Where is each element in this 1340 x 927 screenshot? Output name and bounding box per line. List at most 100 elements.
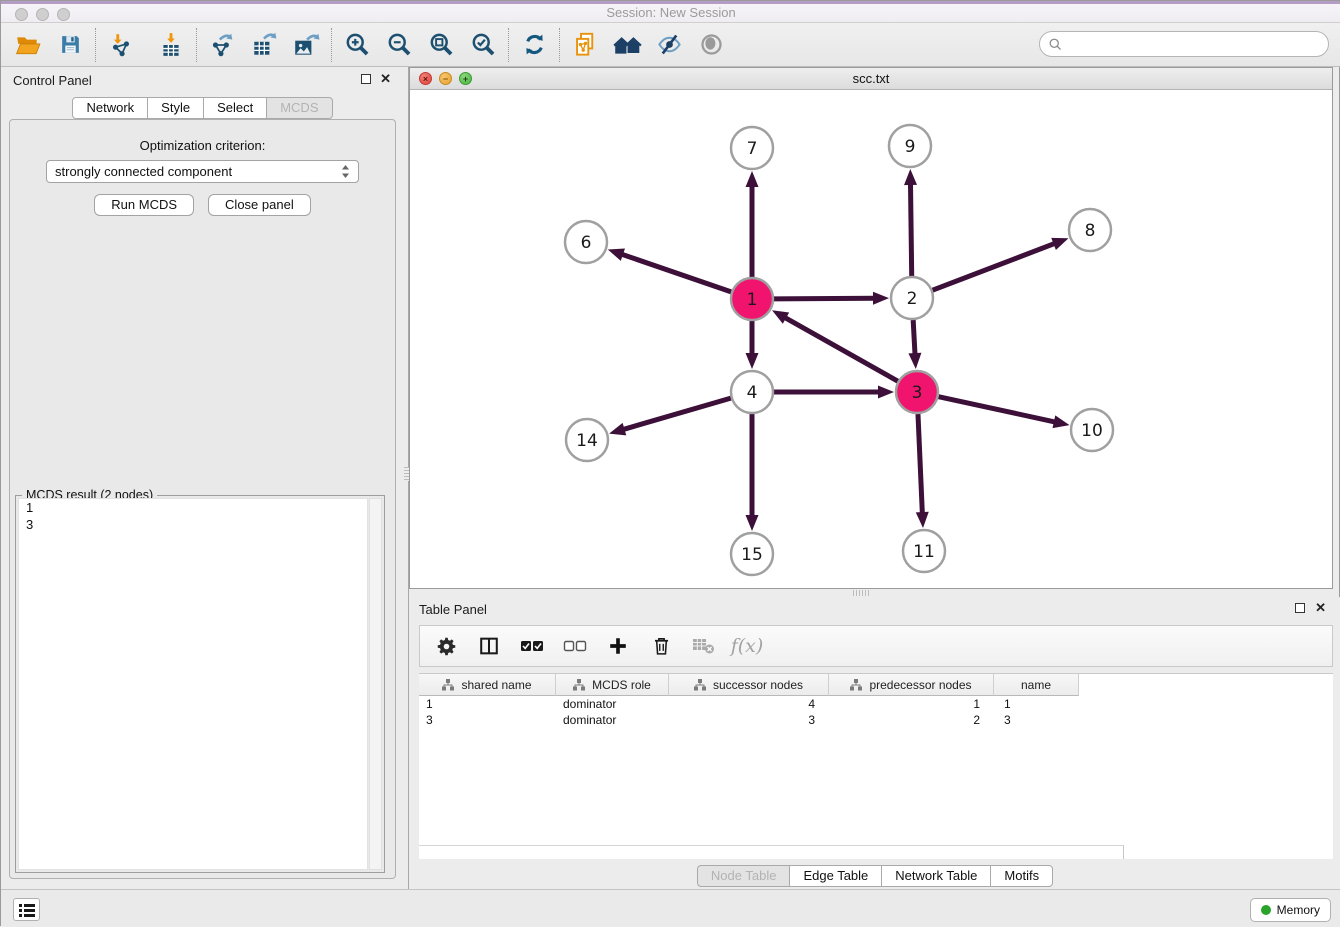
delete-column-button[interactable] [649,634,673,658]
tab-style[interactable]: Style [147,97,204,119]
zoom-out-icon [386,31,413,58]
export-image-icon [292,32,320,58]
export-network-button[interactable] [205,28,239,62]
select-all-button[interactable] [520,634,544,658]
graph-node-label: 4 [747,383,758,403]
zoom-fit-button[interactable] [424,28,458,62]
graph-edge-2-3[interactable] [913,320,915,355]
home-view-button[interactable] [610,28,644,62]
table-horizontal-scrollbar[interactable] [419,845,1124,859]
control-panel-title: Control Panel [13,73,92,88]
tab-mcds[interactable]: MCDS [266,97,332,119]
graph-edge-arrowhead [746,353,759,369]
export-image-button[interactable] [289,28,323,62]
task-history-button[interactable] [13,898,40,921]
graph-edge-arrowhead [609,423,626,435]
network-window-titlebar: × − + scc.txt [410,68,1332,90]
optimization-select[interactable]: strongly connected component [46,160,359,183]
refresh-icon [522,32,547,57]
refresh-button[interactable] [517,28,551,62]
column-header-name[interactable]: name [994,674,1079,696]
tab-edge-table[interactable]: Edge Table [789,865,882,887]
graph-edge-4-14[interactable] [623,398,731,430]
search-icon [1048,37,1063,52]
memory-button[interactable]: Memory [1250,898,1331,922]
delete-table-button[interactable] [692,634,716,658]
close-panel-icon-button[interactable]: ✕ [1315,600,1326,616]
hierarchy-icon [573,679,585,691]
search-input[interactable] [1067,34,1328,54]
open-file-button[interactable] [11,28,45,62]
cell-mcds-role: dominator [556,696,669,712]
eye-slash-icon [656,31,683,58]
zoom-selected-button[interactable] [466,28,500,62]
table-header-row: shared name MCDS role successor nodes pr… [419,674,1333,696]
zoom-in-button[interactable] [340,28,374,62]
mcds-result-textarea[interactable]: 1 3 [18,498,368,870]
memory-label: Memory [1277,903,1320,917]
tab-network[interactable]: Network [72,97,148,119]
float-panel-button[interactable] [361,74,371,84]
column-header-shared-name[interactable]: shared name [419,674,556,696]
function-builder-button[interactable]: f(x) [735,634,759,658]
graph-node-label: 2 [907,289,918,309]
column-header-successor-nodes[interactable]: successor nodes [669,674,829,696]
result-scrollbar[interactable] [369,498,382,870]
graph-edge-arrowhead [904,169,917,185]
cell-successor-nodes: 4 [669,696,829,712]
toolbar-separator [196,28,197,62]
import-network-icon [108,32,134,58]
cell-mcds-role: dominator [556,712,669,728]
control-panel: Control Panel ✕ Network Style Select MCD… [1,67,404,889]
import-table-button[interactable] [154,28,188,62]
list-icon [19,903,35,917]
tab-motifs[interactable]: Motifs [990,865,1053,887]
trash-icon [651,635,672,657]
graph-edge-1-2[interactable] [774,298,875,299]
graph-node-label: 15 [741,545,763,565]
graph-edge-2-9[interactable] [910,183,911,276]
optimization-select-value: strongly connected component [55,164,341,179]
graph-edge-3-1[interactable] [784,317,898,381]
copy-network-icon [572,31,599,58]
close-panel-icon-button[interactable]: ✕ [380,71,391,87]
show-all-button[interactable] [694,28,728,62]
graph-edge-arrowhead [746,171,759,187]
column-header-mcds-role[interactable]: MCDS role [556,674,669,696]
table-row[interactable]: 3 dominator 3 2 3 [419,712,1333,728]
table-panel: Table Panel ✕ [409,597,1340,889]
deselect-all-button[interactable] [563,634,587,658]
graph-edge-2-8[interactable] [933,243,1056,290]
table-settings-button[interactable] [434,634,458,658]
column-visibility-button[interactable] [477,634,501,658]
table-toolbar: f(x) [419,625,1333,667]
import-network-button[interactable] [104,28,138,62]
run-mcds-button[interactable]: Run MCDS [94,194,194,216]
hierarchy-icon [694,679,706,691]
plus-icon [607,635,629,657]
optimization-criterion-label: Optimization criterion: [10,138,395,153]
network-canvas[interactable]: 7968124314101511 [410,90,1332,588]
hide-selected-button[interactable] [652,28,686,62]
column-header-predecessor-nodes[interactable]: predecessor nodes [829,674,994,696]
tab-select[interactable]: Select [203,97,267,119]
graph-node-label: 9 [905,137,916,157]
mcds-result-line: 3 [19,516,367,533]
export-table-button[interactable] [247,28,281,62]
graph-edge-3-10[interactable] [938,397,1055,422]
tab-node-table[interactable]: Node Table [697,865,791,887]
zoom-out-button[interactable] [382,28,416,62]
graph-edge-1-6[interactable] [621,254,731,292]
float-panel-button[interactable] [1295,603,1305,613]
new-network-from-selection-button[interactable] [568,28,602,62]
memory-status-icon [1261,905,1271,915]
add-column-button[interactable] [606,634,630,658]
zoom-fit-icon [428,31,455,58]
select-stepper-icon [341,164,350,179]
graph-edge-3-11[interactable] [918,414,922,514]
tab-network-table[interactable]: Network Table [881,865,991,887]
save-session-button[interactable] [53,28,87,62]
table-row[interactable]: 1 dominator 4 1 1 [419,696,1333,712]
horizontal-splitter-grip[interactable] [853,590,869,596]
close-panel-button[interactable]: Close panel [208,194,311,216]
